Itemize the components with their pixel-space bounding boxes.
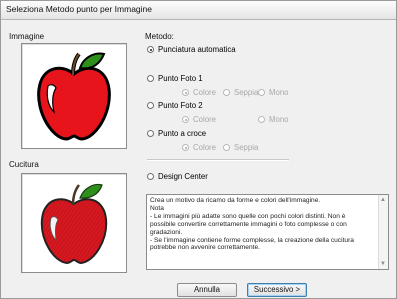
- photo2-colore-label: Colore: [193, 115, 216, 124]
- photo2-colore-radio[interactable]: Colore: [182, 115, 216, 124]
- radio-design-center-label: Design Center: [158, 172, 208, 181]
- photo1-mono-radio[interactable]: Mono: [258, 88, 289, 97]
- radio-selected-icon: [147, 46, 154, 53]
- photo1-seppia-radio[interactable]: Seppia: [223, 88, 258, 97]
- radio-icon: [182, 116, 189, 123]
- radio-icon: [182, 89, 189, 96]
- radio-icon: [147, 102, 154, 109]
- photo1-seppia-label: Seppia: [234, 88, 259, 97]
- image-label: Immagine: [9, 32, 45, 41]
- cancel-button[interactable]: Annulla: [177, 283, 237, 297]
- radio-photo-stitch-1[interactable]: Punto Foto 1: [147, 74, 203, 83]
- radio-icon: [182, 144, 189, 151]
- separator: [147, 159, 289, 161]
- radio-icon: [147, 130, 154, 137]
- stitched-apple-image: [40, 183, 108, 265]
- apple-image: [37, 52, 111, 141]
- window-title: Seleziona Metodo punto per Immagine: [6, 4, 153, 14]
- stitch-preview: [21, 173, 127, 273]
- description-box[interactable]: Crea un motivo da ricamo da forme e colo…: [146, 194, 389, 270]
- image-preview: [21, 43, 127, 149]
- radio-icon: [223, 89, 230, 96]
- radio-icon: [258, 116, 265, 123]
- cross-seppia-label: Seppia: [234, 143, 259, 152]
- radio-icon: [147, 75, 154, 82]
- cross-seppia-radio[interactable]: Seppia: [223, 143, 258, 152]
- radio-photo-stitch-2[interactable]: Punto Foto 2: [147, 101, 203, 110]
- radio-cross-stitch[interactable]: Punto a croce: [147, 129, 206, 138]
- cross-colore-label: Colore: [193, 143, 216, 152]
- scroll-down-icon[interactable]: ▼: [380, 261, 386, 267]
- radio-auto-punch[interactable]: Punciatura automatica: [147, 45, 236, 54]
- radio-photo-stitch-2-label: Punto Foto 2: [158, 101, 203, 110]
- dialog-window: Seleziona Metodo punto per Immagine Imma…: [0, 0, 397, 299]
- photo1-colore-radio[interactable]: Colore: [182, 88, 216, 97]
- description-scrollbar[interactable]: ▲ ▼: [378, 195, 388, 269]
- photo1-mono-label: Mono: [269, 88, 289, 97]
- radio-icon: [258, 89, 265, 96]
- title-bar[interactable]: Seleziona Metodo punto per Immagine: [1, 1, 396, 20]
- description-text: Crea un motivo da ricamo da forme e colo…: [150, 197, 354, 252]
- radio-icon: [223, 144, 230, 151]
- stitch-label: Cucitura: [9, 160, 39, 169]
- cross-colore-radio[interactable]: Colore: [182, 143, 216, 152]
- photo1-colore-label: Colore: [193, 88, 216, 97]
- photo2-mono-radio[interactable]: Mono: [258, 115, 289, 124]
- radio-photo-stitch-1-label: Punto Foto 1: [158, 74, 203, 83]
- next-button[interactable]: Successivo >: [247, 283, 307, 297]
- scroll-up-icon[interactable]: ▲: [380, 197, 386, 203]
- photo2-mono-label: Mono: [269, 115, 289, 124]
- radio-design-center[interactable]: Design Center: [147, 172, 208, 181]
- radio-cross-stitch-label: Punto a croce: [158, 129, 207, 138]
- radio-icon: [147, 173, 154, 180]
- radio-auto-punch-label: Punciatura automatica: [158, 45, 236, 54]
- method-label: Metodo:: [145, 32, 174, 41]
